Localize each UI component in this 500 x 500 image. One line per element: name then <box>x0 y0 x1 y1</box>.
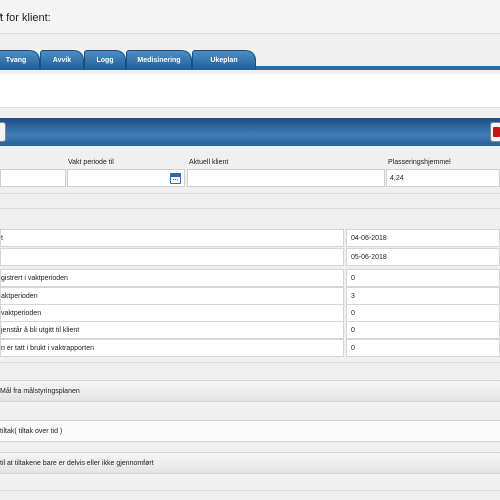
aktuell-klient-label: Aktuell klient <box>189 159 229 166</box>
plasseringshjemmel-label: Plasseringshjemmel <box>388 159 451 166</box>
vakt-periode-fra-input[interactable] <box>0 169 66 187</box>
plasseringshjemmel-input[interactable]: 4,24 <box>386 169 500 187</box>
divider <box>0 362 500 363</box>
summary-row-label: aktperioden <box>0 287 344 305</box>
divider <box>0 490 500 491</box>
summary-row-value: 0 <box>346 304 500 322</box>
summary-row-label: t <box>0 229 344 247</box>
tab-ukeplan[interactable]: Ukeplan <box>192 50 256 70</box>
summary-row-value: 0 <box>346 339 500 357</box>
tab-tvang[interactable]: Tvang <box>0 50 40 70</box>
summary-row-label: jenstår å bli utgitt til klient <box>0 321 344 339</box>
summary-row-label <box>0 248 344 266</box>
vakt-periode-til-input[interactable] <box>67 169 185 187</box>
section-avvik-tiltak-header[interactable]: til at tiltakene bare er delvis eller ik… <box>0 452 500 474</box>
delete-icon <box>493 127 500 137</box>
summary-row-label: gistrert i vaktperioden <box>0 269 344 287</box>
summary-row-label: vaktperioden <box>0 304 344 322</box>
vakt-periode-til-label: Vakt periode til <box>68 159 114 166</box>
section-tiltak-header[interactable]: tiltak( tiltak over tid ) <box>0 420 500 442</box>
tab-strip: Tvang Avvik Logg Medisinering Ukeplan <box>0 34 500 70</box>
summary-row-value: 05-06-2018 <box>346 248 500 266</box>
tab-medisinering[interactable]: Medisinering <box>126 50 192 70</box>
title-bar <box>0 0 500 34</box>
summary-row-value: 3 <box>346 287 500 305</box>
section-maal-header[interactable]: Mål fra målstyringsplanen <box>0 380 500 402</box>
divider <box>0 193 500 194</box>
sub-header-row <box>0 74 500 108</box>
tab-avvik[interactable]: Avvik <box>40 50 84 70</box>
calendar-icon[interactable] <box>170 173 181 184</box>
summary-row-value: 0 <box>346 321 500 339</box>
page-title: t for klient: <box>0 12 51 24</box>
summary-row-label: n er tatt i brukt i vaktrapporten <box>0 339 344 357</box>
summary-row-value: 0 <box>346 269 500 287</box>
divider <box>0 208 500 209</box>
sub-header-text: t <box>0 13 2 20</box>
aktuell-klient-input[interactable] <box>187 169 385 187</box>
toolbar-left-button[interactable] <box>0 122 6 142</box>
toolbar-banner <box>0 118 500 146</box>
tab-logg[interactable]: Logg <box>84 50 126 70</box>
summary-row-value: 04-06-2018 <box>346 229 500 247</box>
